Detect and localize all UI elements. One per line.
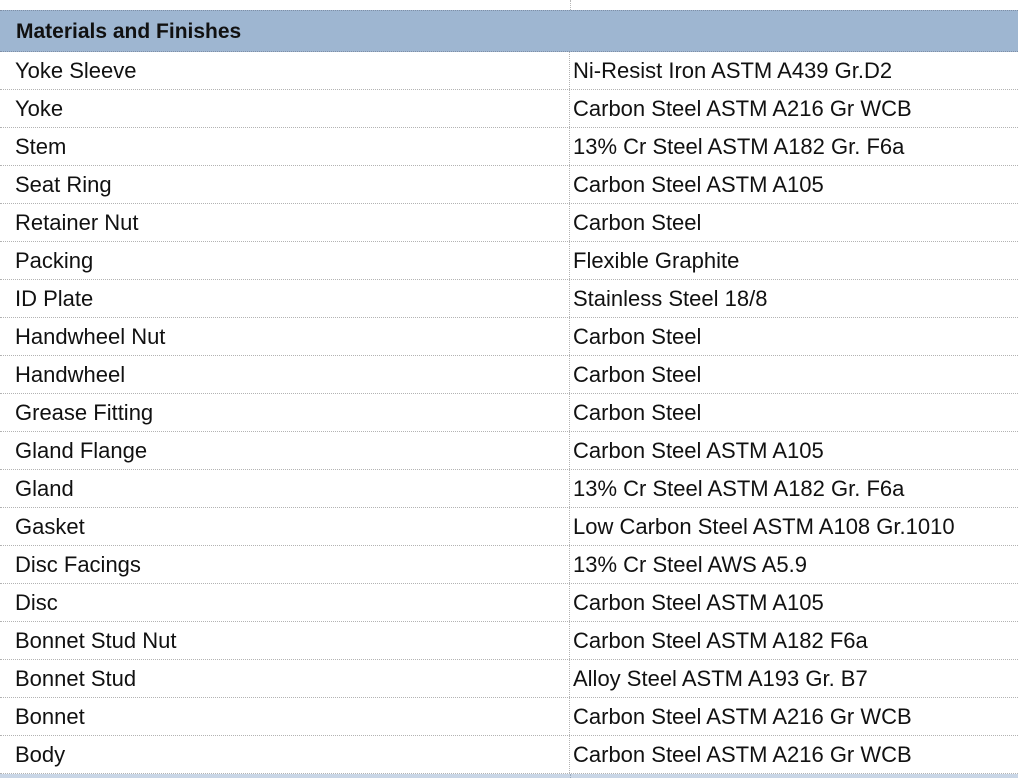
part-name-cell[interactable]: Seat Ring (0, 166, 570, 203)
materials-table: Materials and Finishes Yoke Sleeve Ni-Re… (0, 0, 1018, 778)
material-cell[interactable]: 13% Cr Steel AWS A5.9 (571, 546, 1018, 583)
material-cell[interactable]: Stainless Steel 18/8 (571, 280, 1018, 317)
material-cell[interactable]: Carbon Steel ASTM A105 (571, 584, 1018, 621)
table-row[interactable]: Disc Carbon Steel ASTM A105 (0, 584, 1018, 622)
table-row[interactable]: Packing Flexible Graphite (0, 242, 1018, 280)
table-row[interactable]: Body Carbon Steel ASTM A216 Gr WCB (0, 736, 1018, 774)
table-row[interactable]: ID Plate Stainless Steel 18/8 (0, 280, 1018, 318)
table-row[interactable]: Handwheel Carbon Steel (0, 356, 1018, 394)
table-row[interactable]: Gasket Low Carbon Steel ASTM A108 Gr.101… (0, 508, 1018, 546)
table-row[interactable]: Seat Ring Carbon Steel ASTM A105 (0, 166, 1018, 204)
material-cell[interactable]: 13% Cr Steel ASTM A182 Gr. F6a (571, 128, 1018, 165)
material-cell[interactable]: Carbon Steel (571, 204, 1018, 241)
section-title: Materials and Finishes (16, 20, 241, 44)
material-cell[interactable]: Carbon Steel ASTM A105 (571, 432, 1018, 469)
part-name-cell[interactable]: Yoke (0, 90, 570, 127)
table-row[interactable]: Retainer Nut Carbon Steel (0, 204, 1018, 242)
section-header-row[interactable]: Materials and Finishes (0, 10, 1018, 52)
table-row[interactable]: Gland 13% Cr Steel ASTM A182 Gr. F6a (0, 470, 1018, 508)
material-cell[interactable]: Carbon Steel ASTM A216 Gr WCB (571, 736, 1018, 773)
part-name-cell[interactable]: Stem (0, 128, 570, 165)
table-row[interactable]: Bonnet Carbon Steel ASTM A216 Gr WCB (0, 698, 1018, 736)
top-edge-row (0, 0, 1018, 10)
part-name-cell[interactable]: Gland Flange (0, 432, 570, 469)
table-row[interactable]: Yoke Sleeve Ni-Resist Iron ASTM A439 Gr.… (0, 52, 1018, 90)
part-name-cell[interactable]: Bonnet Stud Nut (0, 622, 570, 659)
material-cell[interactable]: Carbon Steel ASTM A105 (571, 166, 1018, 203)
material-cell[interactable]: Carbon Steel (571, 318, 1018, 355)
part-name-cell[interactable]: Gland (0, 470, 570, 507)
table-row[interactable]: Gland Flange Carbon Steel ASTM A105 (0, 432, 1018, 470)
table-row[interactable]: Disc Facings 13% Cr Steel AWS A5.9 (0, 546, 1018, 584)
table-row[interactable]: Bonnet Stud Nut Carbon Steel ASTM A182 F… (0, 622, 1018, 660)
part-name-cell[interactable]: Packing (0, 242, 570, 279)
material-cell[interactable]: Flexible Graphite (571, 242, 1018, 279)
material-cell[interactable]: Carbon Steel ASTM A216 Gr WCB (571, 90, 1018, 127)
table-row[interactable]: Stem 13% Cr Steel ASTM A182 Gr. F6a (0, 128, 1018, 166)
column-divider (570, 774, 571, 778)
material-cell[interactable]: Ni-Resist Iron ASTM A439 Gr.D2 (571, 52, 1018, 89)
part-name-cell[interactable]: Handwheel (0, 356, 570, 393)
part-name-cell[interactable]: Body (0, 736, 570, 773)
part-name-cell[interactable]: Gasket (0, 508, 570, 545)
material-cell[interactable]: Carbon Steel ASTM A182 F6a (571, 622, 1018, 659)
table-row[interactable]: Yoke Carbon Steel ASTM A216 Gr WCB (0, 90, 1018, 128)
part-name-cell[interactable]: Disc Facings (0, 546, 570, 583)
part-name-cell[interactable]: Yoke Sleeve (0, 52, 570, 89)
part-name-cell[interactable]: Grease Fitting (0, 394, 570, 431)
material-cell[interactable]: Carbon Steel (571, 394, 1018, 431)
table-row[interactable]: Handwheel Nut Carbon Steel (0, 318, 1018, 356)
material-cell[interactable]: Low Carbon Steel ASTM A108 Gr.1010 (571, 508, 1018, 545)
material-cell[interactable]: Carbon Steel ASTM A216 Gr WCB (571, 698, 1018, 735)
material-cell[interactable]: 13% Cr Steel ASTM A182 Gr. F6a (571, 470, 1018, 507)
part-name-cell[interactable]: ID Plate (0, 280, 570, 317)
table-body: Yoke Sleeve Ni-Resist Iron ASTM A439 Gr.… (0, 52, 1018, 774)
part-name-cell[interactable]: Bonnet Stud (0, 660, 570, 697)
part-name-cell[interactable]: Bonnet (0, 698, 570, 735)
part-name-cell[interactable]: Handwheel Nut (0, 318, 570, 355)
next-section-edge (0, 774, 1018, 778)
part-name-cell[interactable]: Disc (0, 584, 570, 621)
table-row[interactable]: Bonnet Stud Alloy Steel ASTM A193 Gr. B7 (0, 660, 1018, 698)
material-cell[interactable]: Carbon Steel (571, 356, 1018, 393)
material-cell[interactable]: Alloy Steel ASTM A193 Gr. B7 (571, 660, 1018, 697)
part-name-cell[interactable]: Retainer Nut (0, 204, 570, 241)
column-divider (570, 0, 571, 10)
table-row[interactable]: Grease Fitting Carbon Steel (0, 394, 1018, 432)
